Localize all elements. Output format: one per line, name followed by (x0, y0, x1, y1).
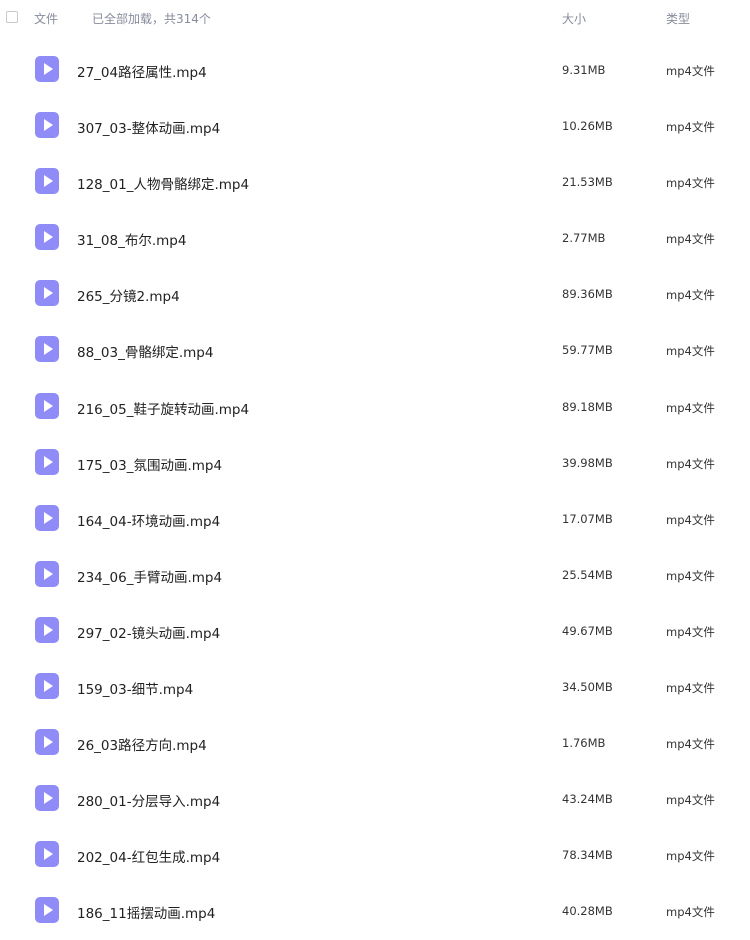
file-row[interactable]: 297_02-镜头动画.mp4 49.67MB mp4文件 (0, 603, 750, 659)
video-file-icon (35, 112, 59, 139)
file-name[interactable]: 280_01-分层导入.mp4 (77, 790, 220, 810)
file-row[interactable]: 175_03_氛围动画.mp4 39.98MB mp4文件 (0, 435, 750, 491)
file-row[interactable]: 280_01-分层导入.mp4 43.24MB mp4文件 (0, 771, 750, 827)
file-row[interactable]: 159_03-细节.mp4 34.50MB mp4文件 (0, 659, 750, 715)
file-list: 27_04路径属性.mp4 9.31MB mp4文件 307_03-整体动画.m… (0, 42, 750, 940)
file-size: 10.26MB (562, 119, 613, 134)
file-row[interactable]: 186_11摇摆动画.mp4 40.28MB mp4文件 (0, 883, 750, 939)
file-type: mp4文件 (666, 288, 715, 303)
file-row[interactable]: 128_01_人物骨骼绑定.mp4 21.53MB mp4文件 (0, 154, 750, 210)
file-type: mp4文件 (666, 737, 715, 752)
file-row[interactable]: 88_03_骨骼绑定.mp4 59.77MB mp4文件 (0, 322, 750, 378)
select-all-checkbox[interactable] (6, 11, 18, 23)
file-row[interactable]: 265_分镜2.mp4 89.36MB mp4文件 (0, 266, 750, 322)
file-size: 25.54MB (562, 567, 613, 582)
file-type: mp4文件 (666, 456, 715, 471)
file-type: mp4文件 (666, 793, 715, 808)
file-row[interactable]: 26_03路径方向.mp4 1.76MB mp4文件 (0, 715, 750, 771)
file-list-header: 文件 已全部加载，共314个 大小 类型 (0, 0, 750, 34)
file-size: 9.31MB (562, 63, 606, 77)
file-type: mp4文件 (666, 344, 715, 359)
file-size: 59.77MB (562, 343, 613, 358)
file-type: mp4文件 (666, 232, 715, 247)
file-name[interactable]: 297_02-镜头动画.mp4 (77, 622, 220, 642)
file-type: mp4文件 (666, 624, 715, 639)
file-row[interactable]: 234_06_手臂动画.mp4 25.54MB mp4文件 (0, 547, 750, 603)
file-type: mp4文件 (666, 64, 715, 78)
video-file-icon (35, 56, 59, 82)
video-file-icon (35, 168, 59, 195)
column-header-type[interactable]: 类型 (666, 10, 690, 27)
file-type: mp4文件 (666, 176, 715, 191)
file-name[interactable]: 88_03_骨骼绑定.mp4 (77, 341, 213, 361)
file-type: mp4文件 (666, 120, 715, 135)
file-name[interactable]: 159_03-细节.mp4 (77, 678, 193, 698)
file-size: 43.24MB (562, 792, 613, 807)
file-size: 2.77MB (562, 231, 606, 246)
file-size: 89.36MB (562, 287, 613, 302)
file-name[interactable]: 26_03路径方向.mp4 (77, 734, 207, 754)
file-name[interactable]: 27_04路径属性.mp4 (77, 61, 207, 81)
file-type: mp4文件 (666, 681, 715, 696)
file-size: 49.67MB (562, 623, 613, 638)
column-header-file[interactable]: 文件 (34, 10, 58, 27)
file-size: 21.53MB (562, 175, 613, 190)
file-type: mp4文件 (666, 905, 715, 920)
file-name[interactable]: 186_11摇摆动画.mp4 (77, 902, 215, 922)
file-name[interactable]: 175_03_氛围动画.mp4 (77, 454, 222, 474)
file-name[interactable]: 128_01_人物骨骼绑定.mp4 (77, 173, 249, 193)
video-file-icon (35, 616, 59, 643)
file-row[interactable]: 31_08_布尔.mp4 2.77MB mp4文件 (0, 210, 750, 266)
video-file-icon (35, 336, 59, 363)
video-file-icon (35, 897, 59, 924)
file-size: 34.50MB (562, 680, 613, 695)
video-file-icon (35, 448, 59, 475)
video-file-icon (35, 280, 59, 307)
loaded-count-text: 已全部加载，共314个 (92, 12, 211, 26)
file-name[interactable]: 216_05_鞋子旋转动画.mp4 (77, 398, 249, 418)
video-file-icon (35, 224, 59, 251)
file-name[interactable]: 234_06_手臂动画.mp4 (77, 566, 222, 586)
file-row[interactable]: 164_04-环境动画.mp4 17.07MB mp4文件 (0, 491, 750, 547)
file-name[interactable]: 164_04-环境动画.mp4 (77, 510, 220, 530)
file-name[interactable]: 265_分镜2.mp4 (77, 285, 180, 305)
video-file-icon (35, 673, 59, 700)
file-type: mp4文件 (666, 512, 715, 527)
file-size: 89.18MB (562, 399, 613, 414)
file-type: mp4文件 (666, 849, 715, 864)
video-file-icon (35, 560, 59, 587)
file-row[interactable]: 27_04路径属性.mp4 9.31MB mp4文件 (0, 42, 750, 98)
file-row[interactable]: 216_05_鞋子旋转动画.mp4 89.18MB mp4文件 (0, 379, 750, 435)
file-size: 1.76MB (562, 736, 606, 751)
video-file-icon (35, 729, 59, 756)
file-name[interactable]: 31_08_布尔.mp4 (77, 229, 186, 249)
file-size: 17.07MB (562, 511, 613, 526)
video-file-icon (35, 504, 59, 531)
column-header-size[interactable]: 大小 (562, 10, 586, 27)
file-type: mp4文件 (666, 400, 715, 415)
file-name[interactable]: 307_03-整体动画.mp4 (77, 117, 220, 137)
file-size: 39.98MB (562, 455, 613, 470)
file-type: mp4文件 (666, 568, 715, 583)
video-file-icon (35, 841, 59, 868)
video-file-icon (35, 392, 59, 419)
file-size: 78.34MB (562, 848, 613, 863)
file-row[interactable]: 202_04-红包生成.mp4 78.34MB mp4文件 (0, 827, 750, 883)
video-file-icon (35, 785, 59, 812)
file-name[interactable]: 202_04-红包生成.mp4 (77, 846, 220, 866)
file-row[interactable]: 307_03-整体动画.mp4 10.26MB mp4文件 (0, 98, 750, 154)
file-size: 40.28MB (562, 904, 613, 919)
